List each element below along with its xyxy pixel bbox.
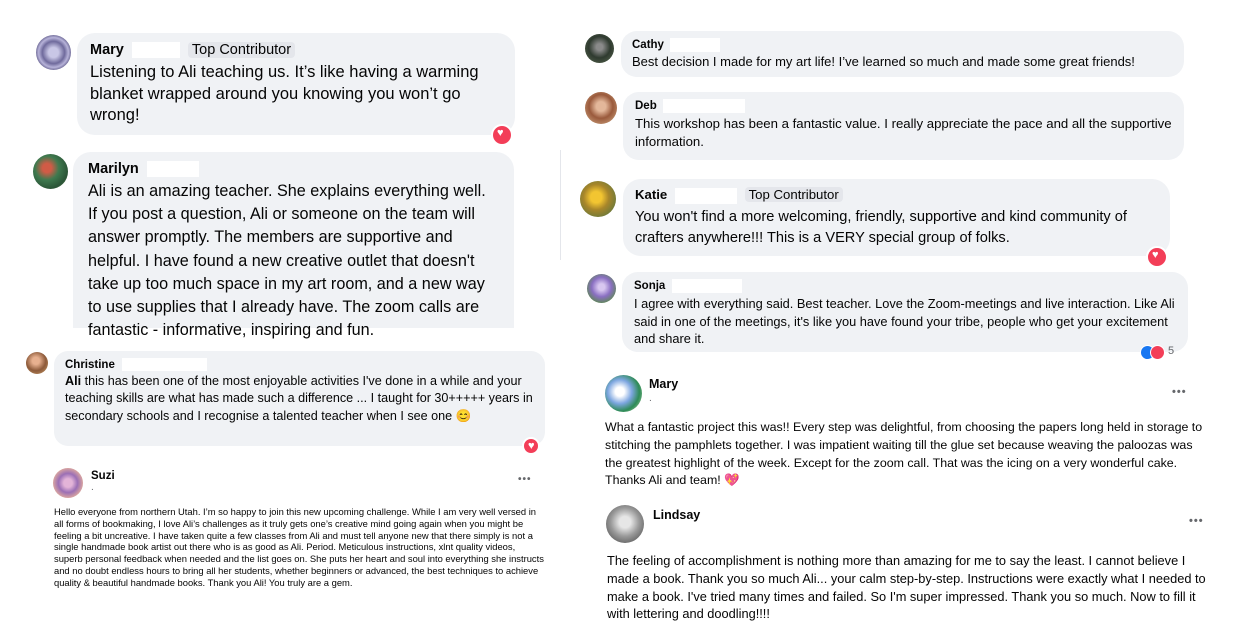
post-text: Hello everyone from northern Utah. I’m s… [54, 506, 544, 588]
post-text: What a fantastic project this was!! Ever… [605, 420, 1203, 488]
heart-reaction-icon[interactable] [491, 124, 513, 146]
avatar[interactable] [26, 352, 48, 374]
avatar[interactable] [605, 375, 642, 412]
comment-author[interactable]: Marilyn [88, 161, 139, 177]
comment-text: Best decision I made for my art life! I’… [632, 54, 1135, 70]
comment-text: This workshop has been a fantastic value… [635, 116, 1172, 150]
comment-bubble: Christine Ali this has been one of the m… [54, 351, 545, 446]
more-options-icon[interactable]: ••• [1172, 386, 1187, 398]
comment-author[interactable]: Mary [90, 42, 124, 58]
avatar[interactable] [33, 154, 68, 189]
comment-author[interactable]: Cathy [632, 39, 664, 51]
comment-text: I agree with everything said. Best teach… [634, 296, 1175, 347]
top-contributor-badge: Top Contributor [744, 187, 843, 202]
avatar[interactable] [580, 181, 616, 217]
post-text: The feeling of accomplishment is nothing… [607, 553, 1206, 622]
comment-bubble: Marilyn Ali is an amazing teacher. She e… [73, 152, 514, 339]
comment-author[interactable]: Christine [65, 359, 115, 371]
comment-text: You won't find a more welcoming, friendl… [635, 208, 1127, 246]
comment-bubble: Mary Top Contributor Listening to Ali te… [77, 33, 515, 135]
post-author[interactable]: Mary [649, 377, 678, 391]
post-meta: . [91, 482, 94, 493]
avatar[interactable] [606, 505, 644, 543]
comment-bubble: Katie Top Contributor You won't find a m… [623, 179, 1170, 256]
post-author[interactable]: Suzi [91, 470, 115, 482]
avatar[interactable] [53, 468, 83, 498]
avatar[interactable] [587, 274, 616, 303]
heart-reaction-icon[interactable] [1146, 246, 1168, 268]
avatar[interactable] [585, 92, 617, 124]
redacted-name [146, 161, 199, 178]
comment-bubble: Sonja I agree with everything said. Best… [622, 272, 1188, 352]
redacted-name [674, 187, 737, 204]
redacted-name [662, 99, 745, 113]
avatar[interactable] [585, 34, 614, 63]
comment-text: Listening to Ali teaching us. It’s like … [90, 63, 479, 124]
more-options-icon[interactable]: ••• [518, 474, 532, 485]
avatar[interactable] [36, 35, 71, 70]
mention-link[interactable]: Ali [65, 374, 81, 388]
redacted-name [671, 279, 742, 293]
post-meta: . [649, 393, 652, 404]
more-options-icon[interactable]: ••• [1189, 515, 1204, 527]
column-divider [560, 150, 561, 260]
comment-author[interactable]: Sonja [634, 280, 665, 292]
redacted-name [122, 358, 208, 372]
redacted-name [131, 42, 180, 59]
redacted-name [670, 38, 721, 52]
top-contributor-badge: Top Contributor [187, 42, 296, 58]
comment-bubble: Cathy Best decision I made for my art li… [621, 31, 1184, 77]
heart-reaction-icon [1150, 345, 1165, 360]
heart-reaction-icon[interactable] [522, 437, 540, 455]
post-author[interactable]: Lindsay [653, 508, 700, 522]
comment-text: Ali this has been one of the most enjoya… [65, 374, 533, 423]
comment-bubble: Deb This workshop has been a fantastic v… [623, 92, 1184, 160]
reaction-count: 5 [1168, 345, 1175, 357]
comment-author[interactable]: Deb [635, 100, 657, 112]
comment-text: Ali is an amazing teacher. She explains … [88, 182, 486, 340]
comment-author[interactable]: Katie [635, 187, 667, 202]
